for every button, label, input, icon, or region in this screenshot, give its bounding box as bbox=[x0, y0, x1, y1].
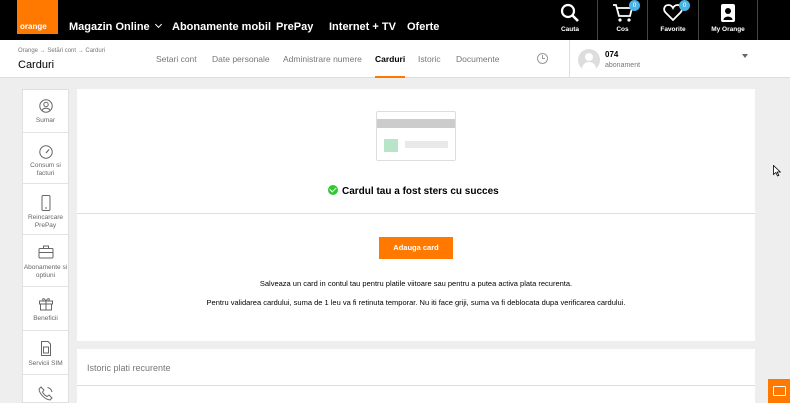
cart-button[interactable]: 0 Cos bbox=[597, 0, 647, 40]
favorites-badge: 0 bbox=[679, 0, 690, 11]
sidebar-item-servicii-sim[interactable]: Servicii SIM bbox=[23, 331, 68, 375]
chevron-down-icon bbox=[154, 20, 162, 29]
tab-documente[interactable]: Documente bbox=[456, 54, 499, 64]
card-number-placeholder bbox=[405, 141, 448, 148]
card-magnetic-stripe bbox=[377, 119, 455, 128]
tab-carduri[interactable]: Carduri bbox=[375, 54, 406, 78]
sidebar-item-label: Consum si facturi bbox=[30, 162, 61, 177]
sidebar-item-sumar[interactable]: Sumar bbox=[23, 90, 68, 133]
page-title: Carduri bbox=[18, 59, 55, 71]
history-title: Istoric plati recurente bbox=[87, 363, 171, 373]
my-orange-button[interactable]: My Orange bbox=[698, 0, 758, 40]
nav-oferte[interactable]: Oferte bbox=[407, 0, 439, 40]
history-divider bbox=[77, 385, 755, 386]
info-text-save-card: Salveaza un card in contul tau pentru pl… bbox=[259, 279, 573, 288]
mouse-cursor-icon bbox=[773, 165, 781, 177]
success-message: Cardul tau a fost sters cu succes bbox=[328, 184, 499, 197]
sidebar-item-label: Reincarcare PrePay bbox=[27, 214, 64, 229]
account-divider bbox=[569, 40, 570, 78]
user-phone-icon bbox=[721, 4, 735, 22]
user-circle-icon bbox=[38, 99, 53, 113]
gift-icon bbox=[38, 298, 53, 311]
favorites-button[interactable]: 0 Favorite bbox=[647, 0, 698, 40]
section-divider bbox=[77, 213, 755, 214]
search-icon bbox=[560, 3, 579, 22]
sidebar-item-abonamente[interactable]: Abonamente si optiuni bbox=[23, 235, 68, 287]
chevron-down-icon[interactable] bbox=[742, 54, 748, 58]
info-text-validation: Pentru validarea cardului, suma de 1 leu… bbox=[206, 298, 626, 307]
credit-card-illustration bbox=[376, 111, 456, 161]
gauge-icon bbox=[38, 145, 53, 159]
tab-administrare-numere[interactable]: Administrare numere bbox=[283, 54, 362, 64]
account-number[interactable]: 074 bbox=[605, 50, 618, 59]
cards-panel: Cardul tau a fost sters cu succes Adauga… bbox=[77, 89, 755, 341]
add-card-button[interactable]: Adauga card bbox=[379, 237, 453, 259]
avatar[interactable] bbox=[578, 49, 600, 71]
sidebar: Sumar Consum si facturi Reincarcare PreP… bbox=[22, 89, 69, 403]
orange-logo[interactable]: orange bbox=[17, 0, 58, 34]
sidebar-item-beneficii[interactable]: Beneficii bbox=[23, 287, 68, 331]
top-navigation: orange Magazin Online Abonamente mobil P… bbox=[0, 0, 790, 40]
sidebar-item-label: Sumar bbox=[35, 117, 56, 124]
recurring-payments-history: Istoric plati recurente bbox=[77, 349, 755, 403]
sidebar-item-apeluri[interactable] bbox=[23, 375, 68, 403]
search-label: Cauta bbox=[560, 26, 580, 33]
cart-label: Cos bbox=[616, 26, 629, 33]
sidebar-item-label: Servicii SIM bbox=[28, 360, 63, 367]
sidebar-item-label: Beneficii bbox=[33, 315, 58, 322]
nav-magazin-online[interactable]: Magazin Online bbox=[69, 0, 162, 40]
phone-icon bbox=[41, 195, 50, 211]
sidebar-item-reincarcare[interactable]: Reincarcare PrePay bbox=[23, 184, 68, 235]
sidebar-item-consum[interactable]: Consum si facturi bbox=[23, 133, 68, 184]
sub-header: Orange → Setări cont → Carduri Carduri S… bbox=[0, 40, 790, 78]
nav-abonamente-mobil[interactable]: Abonamente mobil bbox=[172, 0, 271, 40]
search-button[interactable]: Cauta bbox=[543, 0, 597, 40]
tab-setari-cont[interactable]: Setari cont bbox=[156, 54, 197, 64]
favorites-label: Favorite bbox=[660, 26, 686, 33]
nav-internet-tv[interactable]: Internet + TV bbox=[329, 0, 396, 40]
sim-card-icon bbox=[40, 341, 51, 356]
my-orange-label: My Orange bbox=[711, 26, 745, 33]
tab-istoric[interactable]: Istoric bbox=[418, 54, 441, 64]
clock-icon[interactable] bbox=[537, 53, 548, 64]
phone-call-icon bbox=[37, 386, 53, 401]
briefcase-icon bbox=[38, 245, 53, 259]
cart-badge: 0 bbox=[629, 0, 640, 11]
logo-text: orange bbox=[20, 22, 47, 31]
chat-icon[interactable] bbox=[768, 379, 790, 403]
account-type: abonament bbox=[605, 62, 641, 69]
card-chip bbox=[384, 139, 398, 152]
tab-date-personale[interactable]: Date personale bbox=[212, 54, 270, 64]
sidebar-item-label: Abonamente si optiuni bbox=[23, 264, 68, 279]
check-circle-icon bbox=[328, 185, 338, 195]
nav-prepay[interactable]: PrePay bbox=[276, 0, 313, 40]
breadcrumb[interactable]: Orange → Setări cont → Carduri bbox=[18, 48, 105, 54]
